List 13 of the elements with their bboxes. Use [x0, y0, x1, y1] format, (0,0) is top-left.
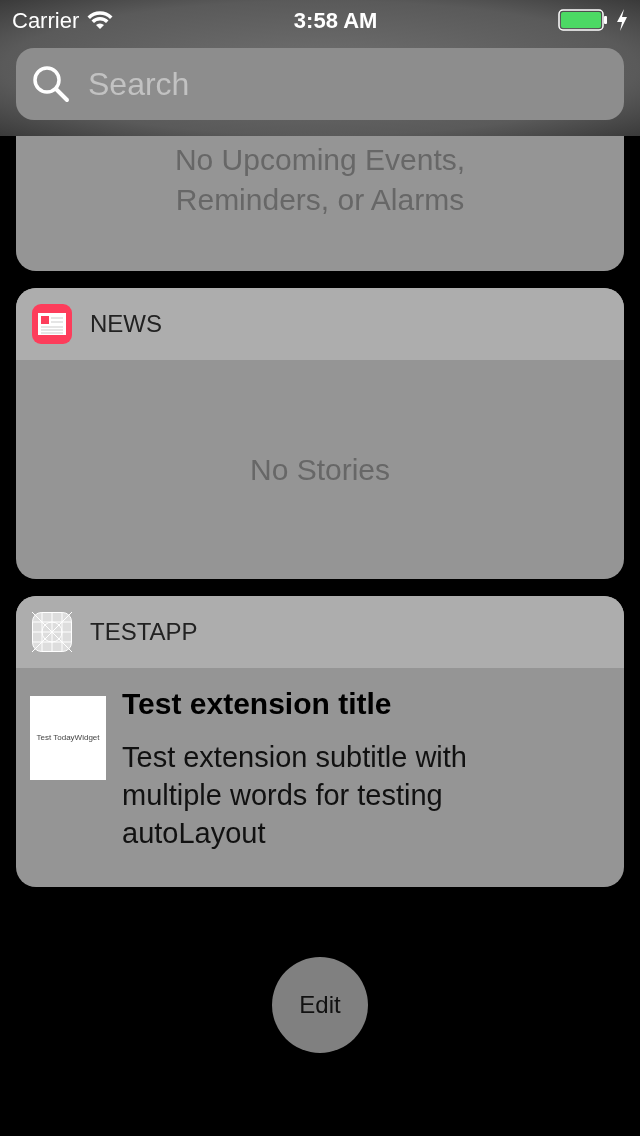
app-name: TESTAPP — [90, 617, 198, 647]
wifi-icon — [87, 10, 114, 30]
search-icon — [32, 65, 70, 103]
status-time: 3:58 AM — [293, 6, 378, 35]
app-placeholder-icon — [32, 612, 72, 652]
item-title: Test extension title — [122, 686, 393, 722]
edit-button[interactable]: Edit — [272, 957, 368, 1053]
carrier-name: Carrier — [12, 6, 80, 35]
newspaper-icon — [32, 304, 72, 344]
battery-icon — [558, 9, 608, 31]
app-name: NEWS — [90, 309, 162, 339]
thumbnail-image: Test TodayWidget — [30, 696, 106, 780]
item-subtitle: Test extension subtitle with multiple words for testing autoLayout — [122, 740, 468, 851]
